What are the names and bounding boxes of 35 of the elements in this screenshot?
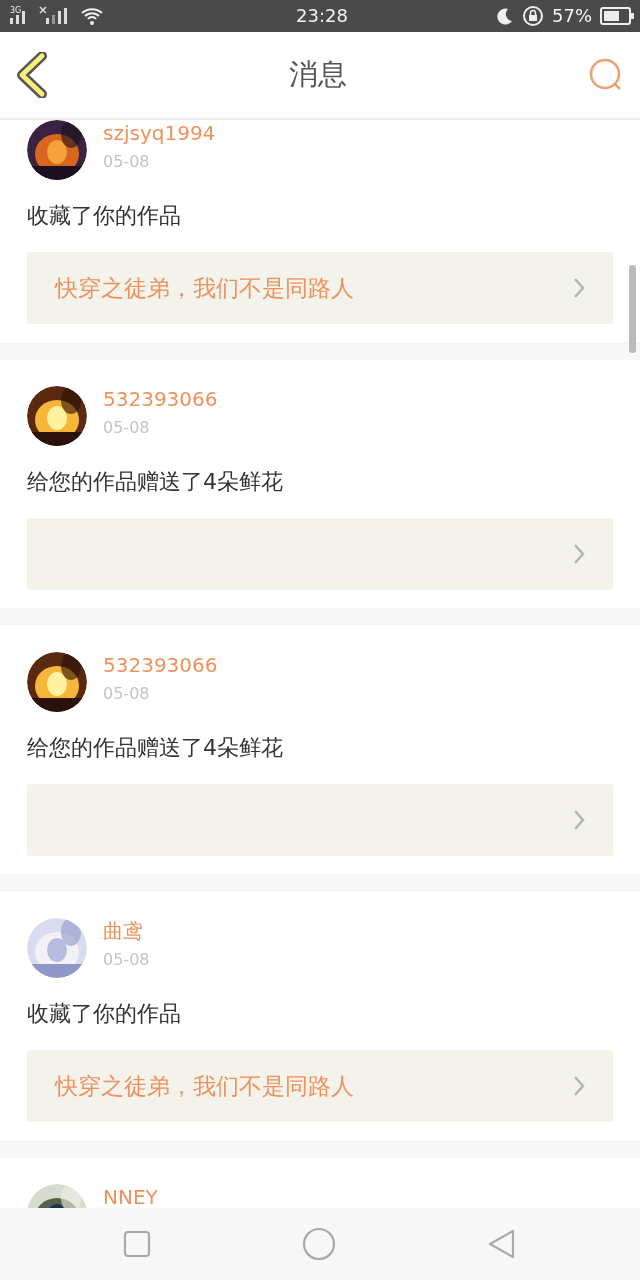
message-date: 05-08 xyxy=(103,683,151,705)
back-button[interactable] xyxy=(16,52,48,98)
circle-icon xyxy=(302,1227,336,1261)
triangle-icon xyxy=(486,1228,517,1260)
moon-icon xyxy=(496,7,514,25)
username-link[interactable]: 532393066 xyxy=(103,386,218,412)
work-link-card[interactable]: 快穿之徒弟，我们不是同路人 xyxy=(27,252,613,324)
rotation-lock-icon xyxy=(522,5,544,27)
battery-icon xyxy=(600,7,634,25)
home-button[interactable] xyxy=(302,1227,336,1261)
chevron-right-icon xyxy=(573,277,585,299)
chevron-right-icon xyxy=(573,1075,585,1097)
back-chevron-icon xyxy=(16,52,48,98)
page-title: 消息 xyxy=(289,56,347,94)
back-nav-button[interactable] xyxy=(486,1228,517,1260)
username-link[interactable]: NNEY xyxy=(103,1184,158,1208)
status-time: 23:28 xyxy=(296,4,348,28)
work-title: 快穿之徒弟，我们不是同路人 xyxy=(55,273,354,303)
message-date: 05-08 xyxy=(103,417,151,439)
work-title: 快穿之徒弟，我们不是同路人 xyxy=(55,1071,354,1101)
message-text: 给您的作品赠送了4朵鲜花 xyxy=(27,468,284,496)
username-link[interactable]: 曲鸢 xyxy=(103,918,150,944)
message-text: 收藏了你的作品 xyxy=(27,1000,182,1028)
square-icon xyxy=(123,1230,152,1258)
message-text: 给您的作品赠送了4朵鲜花 xyxy=(27,734,284,762)
username-link[interactable]: szjsyq1994 xyxy=(103,120,216,146)
chevron-right-icon xyxy=(573,543,585,565)
message-date: 05-08 xyxy=(103,151,151,173)
work-link-card[interactable]: 快穿之徒弟，我们不是同路人 xyxy=(27,1050,613,1122)
recents-button[interactable] xyxy=(123,1230,152,1258)
battery-percent: 57% xyxy=(552,4,592,28)
username-link[interactable]: 532393066 xyxy=(103,652,218,678)
message-text: 收藏了你的作品 xyxy=(27,202,182,230)
message-date: 05-08 xyxy=(103,949,150,971)
chevron-right-icon xyxy=(573,809,585,831)
